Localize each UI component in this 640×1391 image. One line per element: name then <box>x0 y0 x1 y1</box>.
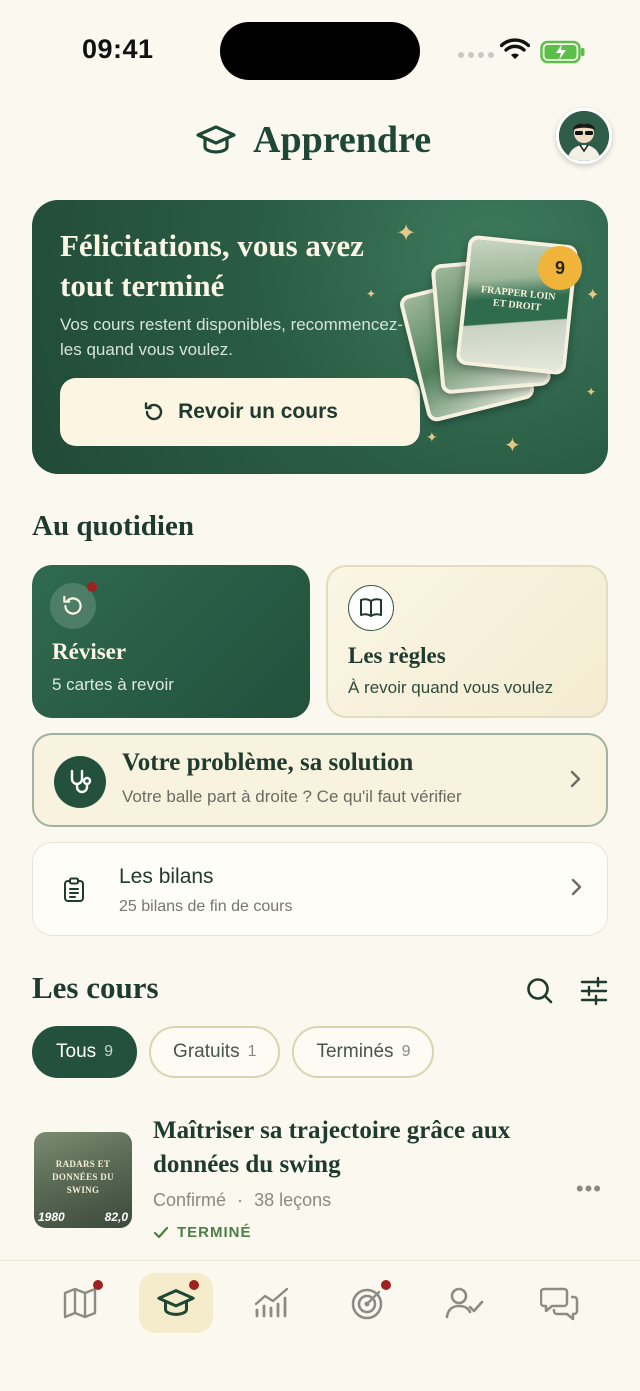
hero-title: Félicitations, vous avez tout terminé <box>60 228 364 303</box>
course-title: Maîtriser sa trajectoire grâce aux donné… <box>153 1117 511 1178</box>
chevron-right-icon <box>570 770 581 788</box>
notification-dot <box>189 1280 199 1290</box>
user-avatar-icon <box>559 111 609 161</box>
course-status: TERMINÉ <box>153 1224 252 1241</box>
review-subtitle: 5 cartes à revoir <box>52 675 174 694</box>
graduation-cap-icon <box>196 125 236 154</box>
filter-chip-label: Gratuits <box>173 1041 240 1062</box>
courses-heading: Les cours <box>32 970 159 1005</box>
course-thumbnail-title: RADARS ET DONNÉES DU SWING <box>52 1159 114 1195</box>
course-thumbnail-numbers: 1980 82,0 <box>34 1210 132 1224</box>
filter-chip-completed[interactable]: Terminés 9 <box>292 1026 435 1078</box>
thumb-number-left: 1980 <box>38 1210 65 1224</box>
chat-icon <box>540 1287 579 1321</box>
bottom-tab-bar <box>0 1260 640 1391</box>
assessments-title: Les bilans <box>119 865 214 888</box>
notification-dot <box>87 582 97 592</box>
course-cards-illustration: FRAPPER LOIN ET DROIT 9 <box>397 230 602 430</box>
notification-dot <box>93 1280 103 1290</box>
check-icon <box>153 1226 169 1238</box>
stethoscope-icon <box>70 769 92 794</box>
hero-subtitle: Vos cours restent disponibles, recommenc… <box>60 315 403 359</box>
daily-heading: Au quotidien <box>32 510 194 542</box>
course-thumbnail: RADARS ET DONNÉES DU SWING 1980 82,0 <box>34 1132 132 1228</box>
notification-dot <box>381 1280 391 1290</box>
courses-count-badge: 9 <box>538 246 582 290</box>
meta-separator: · <box>237 1190 244 1210</box>
filter-chip-label: Tous <box>56 1041 97 1062</box>
restart-icon <box>63 595 82 615</box>
sparkle-icon: ✦ <box>504 435 521 457</box>
tab-messages[interactable] <box>523 1273 597 1333</box>
sparkle-icon: ✦ <box>366 287 377 301</box>
filter-sliders-icon[interactable] <box>580 976 608 1006</box>
filter-chip-count: 1 <box>247 1043 257 1060</box>
target-icon <box>351 1288 383 1320</box>
rules-title: Les règles <box>348 643 446 668</box>
problem-solution-card[interactable]: Votre problème, sa solution Votre balle … <box>32 733 608 827</box>
sparkle-icon: ✦ <box>426 429 438 445</box>
chevron-right-icon <box>571 878 582 896</box>
rules-tile[interactable]: Les règles À revoir quand vous voulez <box>326 565 608 718</box>
clipboard-icon <box>64 877 84 902</box>
review-course-label: Revoir un cours <box>178 400 338 423</box>
course-lessons: 38 leçons <box>254 1190 332 1210</box>
book-icon-wrap <box>348 585 394 631</box>
course-meta: Confirmé · 38 leçons <box>153 1190 331 1211</box>
filter-chip-all[interactable]: Tous 9 <box>32 1026 138 1078</box>
tab-training[interactable] <box>331 1273 405 1333</box>
map-icon <box>63 1287 97 1319</box>
course-filter-chips: Tous 9 Gratuits 1 Terminés 9 <box>32 1026 435 1078</box>
completion-hero-card: Félicitations, vous avez tout terminé Vo… <box>32 200 608 474</box>
tab-learn[interactable] <box>139 1273 213 1333</box>
status-time: 09:41 <box>82 34 154 64</box>
filter-chip-label: Terminés <box>316 1041 394 1062</box>
rules-subtitle: À revoir quand vous voulez <box>348 678 554 697</box>
thumb-number-right: 82,0 <box>104 1210 128 1224</box>
review-cards-tile[interactable]: Réviser 5 cartes à revoir <box>32 565 310 718</box>
tab-stats[interactable] <box>235 1273 309 1333</box>
filter-chip-free[interactable]: Gratuits 1 <box>149 1026 281 1078</box>
assessments-subtitle: 25 bilans de fin de cours <box>119 898 293 915</box>
tab-map[interactable] <box>43 1273 117 1333</box>
graduation-cap-icon <box>157 1289 195 1316</box>
sparkle-icon: ✦ <box>396 220 417 247</box>
course-level: Confirmé <box>153 1190 227 1210</box>
search-icon[interactable] <box>526 976 554 1006</box>
problem-title: Votre problème, sa solution <box>122 749 414 776</box>
profile-check-icon <box>445 1287 484 1319</box>
dynamic-island <box>220 22 420 80</box>
book-icon <box>360 598 382 617</box>
page-title: Apprendre <box>253 119 432 161</box>
course-card-title: FRAPPER LOIN ET DROIT <box>480 284 556 314</box>
stethoscope-icon-wrap <box>54 756 106 808</box>
problem-subtitle: Votre balle part à droite ? Ce qu'il fau… <box>122 787 462 806</box>
wifi-icon <box>500 38 530 59</box>
tab-profile[interactable] <box>427 1273 501 1333</box>
status-bar: 09:41 <box>0 0 640 100</box>
filter-chip-count: 9 <box>401 1043 411 1060</box>
review-course-button[interactable]: Revoir un cours <box>60 378 420 446</box>
signal-icon <box>458 52 494 58</box>
avatar[interactable] <box>556 108 612 164</box>
course-status-label: TERMINÉ <box>177 1224 252 1241</box>
course-list-item[interactable]: RADARS ET DONNÉES DU SWING 1980 82,0 Maî… <box>32 1114 608 1254</box>
filter-chip-count: 9 <box>104 1043 114 1060</box>
battery-icon <box>540 40 585 64</box>
page-header: Apprendre <box>0 108 640 174</box>
restart-icon <box>144 402 163 421</box>
stats-icon <box>254 1287 289 1318</box>
more-options-icon[interactable]: ••• <box>576 1176 602 1202</box>
sparkle-icon: ✦ <box>586 385 597 399</box>
review-title: Réviser <box>52 639 127 664</box>
sparkle-icon: ✦ <box>586 287 600 304</box>
assessments-card[interactable]: Les bilans 25 bilans de fin de cours <box>32 842 608 936</box>
